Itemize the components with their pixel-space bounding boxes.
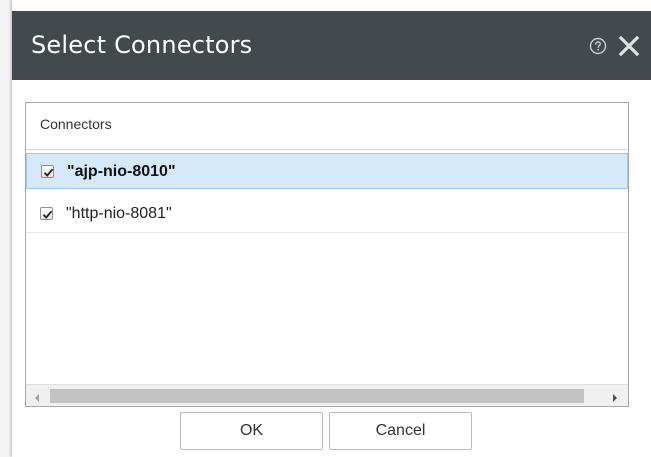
table-row[interactable]: "ajp-nio-8010" bbox=[26, 153, 628, 189]
help-icon[interactable] bbox=[589, 37, 607, 55]
connector-label: "ajp-nio-8010" bbox=[67, 163, 176, 180]
close-icon[interactable] bbox=[618, 35, 640, 57]
dialog-title: Select Connectors bbox=[31, 31, 253, 59]
connectors-grid: Connectors "ajp-nio-8010" "http-nio-8081… bbox=[25, 102, 629, 407]
scroll-left-arrow-icon[interactable] bbox=[32, 391, 42, 403]
connector-label: "http-nio-8081" bbox=[66, 205, 172, 222]
scrollbar-thumb[interactable] bbox=[50, 389, 584, 403]
row-checkbox[interactable] bbox=[41, 165, 54, 178]
table-row[interactable]: "http-nio-8081" bbox=[26, 196, 628, 233]
scroll-right-arrow-icon[interactable] bbox=[610, 391, 620, 403]
column-header-label: Connectors bbox=[40, 116, 112, 132]
ok-button[interactable]: OK bbox=[180, 412, 323, 450]
row-checkbox[interactable] bbox=[40, 207, 53, 220]
grid-column-header[interactable]: Connectors bbox=[26, 103, 628, 150]
cancel-button[interactable]: Cancel bbox=[329, 412, 472, 450]
horizontal-scrollbar[interactable] bbox=[26, 384, 628, 406]
dialog-titlebar: Select Connectors bbox=[12, 11, 651, 80]
select-connectors-dialog: Select Connectors Connectors "ajp-nio-80… bbox=[12, 0, 651, 457]
